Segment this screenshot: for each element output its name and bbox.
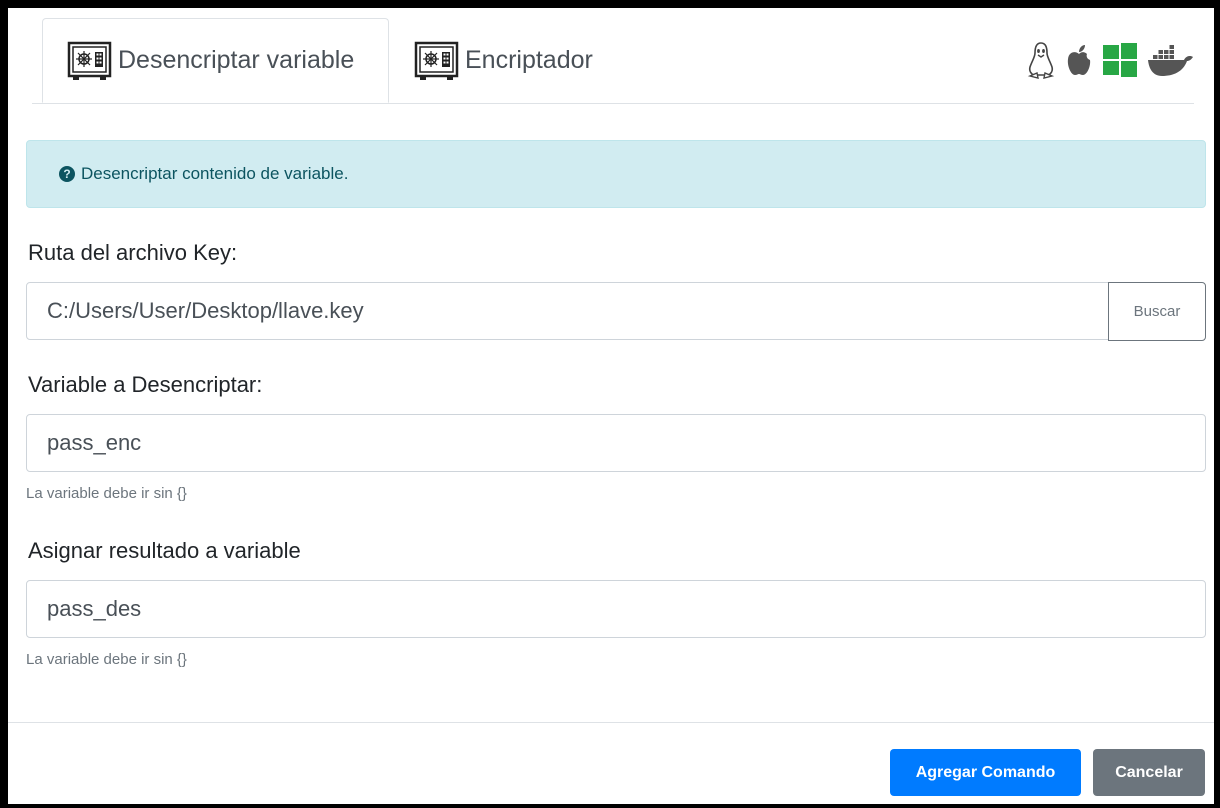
- apple-icon: [1067, 45, 1091, 75]
- result-input[interactable]: pass_des: [26, 580, 1206, 638]
- safe-icon: [414, 41, 459, 80]
- safe-icon: [67, 41, 112, 80]
- docker-icon: [1148, 45, 1193, 76]
- tab-desencriptar-variable[interactable]: Desencriptar variable: [42, 18, 389, 103]
- variable-help-text: La variable debe ir sin {}: [26, 485, 187, 502]
- platform-icons: [1026, 40, 1194, 80]
- tab-encriptador[interactable]: Encriptador: [414, 18, 593, 103]
- result-help-text: La variable debe ir sin {}: [26, 651, 187, 668]
- browse-button[interactable]: Buscar: [1108, 282, 1206, 341]
- info-alert: ? Desencriptar contenido de variable.: [26, 140, 1206, 208]
- modal-frame: [0, 0, 1220, 808]
- key-path-label: Ruta del archivo Key:: [28, 240, 238, 265]
- linux-icon: [1027, 42, 1055, 79]
- footer-divider: [8, 722, 1214, 723]
- variable-input[interactable]: pass_enc: [26, 414, 1206, 472]
- add-command-button[interactable]: Agregar Comando: [890, 749, 1081, 796]
- variable-label: Variable a Desencriptar:: [28, 372, 263, 397]
- key-path-input[interactable]: C:/Users/User/Desktop/llave.key: [26, 282, 1109, 340]
- question-circle-icon: ?: [59, 166, 75, 182]
- cancel-button[interactable]: Cancelar: [1093, 749, 1205, 796]
- tab-bar: Desencriptar variable Encriptador: [32, 18, 1194, 104]
- result-label: Asignar resultado a variable: [28, 538, 301, 563]
- tab-label: Desencriptar variable: [118, 46, 355, 74]
- windows-icon: [1103, 43, 1137, 77]
- tab-label: Encriptador: [465, 46, 593, 74]
- alert-text: Desencriptar contenido de variable.: [81, 164, 349, 183]
